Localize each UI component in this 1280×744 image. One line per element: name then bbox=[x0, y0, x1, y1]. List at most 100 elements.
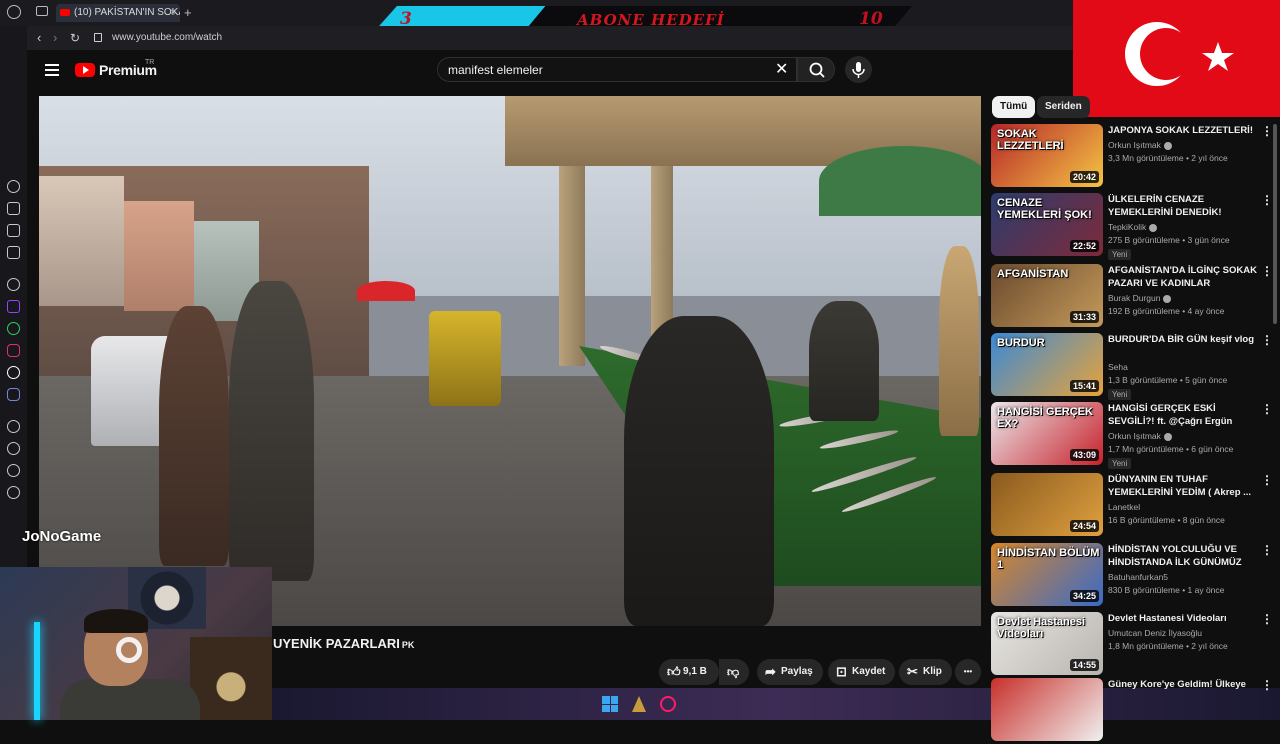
video-duration: 24:54 bbox=[1069, 520, 1099, 532]
clock-icon[interactable] bbox=[7, 442, 20, 455]
windows-start-icon[interactable] bbox=[602, 696, 618, 712]
channel-name[interactable]: Batuhanfurkan5 bbox=[1108, 572, 1168, 582]
channel-name[interactable]: TepkiKolik bbox=[1108, 222, 1158, 232]
more-options-icon[interactable]: ⋮ bbox=[1261, 402, 1273, 416]
channel-name[interactable]: Seha bbox=[1108, 362, 1128, 372]
video-title: UYENİK PAZARLARI PK bbox=[273, 636, 414, 651]
browser-logo-icon[interactable] bbox=[7, 5, 21, 19]
tab-manager-icon[interactable] bbox=[7, 202, 20, 215]
clip-button[interactable]: ✂ Klip bbox=[899, 659, 952, 685]
search-icon bbox=[809, 62, 825, 78]
recommendation-title[interactable]: DÜNYANIN EN TUHAF YEMEKLERİNİ YEDİM ( Ak… bbox=[1108, 473, 1258, 499]
recommendation-item[interactable]: CENAZE YEMEKLERİ ŞOK! 22:52 ÜLKELERİN CENA… bbox=[991, 193, 1276, 260]
tiktok-icon[interactable] bbox=[7, 366, 20, 379]
recommendation-title[interactable]: HİNDİSTAN YOLCULUĞU VE HİNDİSTANDA İLK G… bbox=[1108, 543, 1258, 569]
recommendation-title[interactable]: AFGANİSTAN'DA İLGİNÇ SOKAK PAZARI VE KAD… bbox=[1108, 264, 1258, 290]
browser-tab-active[interactable]: (10) PAKİSTAN'IN SOKAK × bbox=[56, 4, 180, 22]
video-thumbnail[interactable]: BURDUR 15:41 bbox=[991, 333, 1103, 396]
recommendation-item[interactable]: AFGANİSTAN 31:33 AFGANİSTAN'DA İLGİNÇ SOKA… bbox=[991, 264, 1276, 330]
recommendation-title[interactable]: BURDUR'DA BİR GÜN keşif vlog bbox=[1108, 333, 1258, 346]
share-button[interactable]: ➦ Paylaş bbox=[757, 659, 823, 685]
chip-from-series[interactable]: Seriden bbox=[1037, 96, 1090, 118]
more-actions-button[interactable]: ••• bbox=[955, 659, 981, 685]
video-thumbnail[interactable] bbox=[991, 678, 1103, 741]
channel-name[interactable]: Lanetkel bbox=[1108, 502, 1140, 512]
recommendation-item[interactable]: HANGİSİ GERÇEK EX? 43:09 HANGİSİ GERÇEK ES… bbox=[991, 402, 1276, 469]
menu-hamburger-icon[interactable] bbox=[45, 64, 59, 76]
mail-icon[interactable] bbox=[7, 246, 20, 259]
openai-icon[interactable] bbox=[7, 278, 20, 291]
search-box[interactable] bbox=[437, 57, 797, 82]
channel-name-text: Burak Durgun bbox=[1108, 293, 1161, 303]
video-person-on-motorbike bbox=[624, 316, 774, 626]
reload-icon[interactable]: ↻ bbox=[70, 30, 80, 46]
recommendation-title[interactable]: Devlet Hastanesi Videoları bbox=[1108, 612, 1258, 625]
extensions-icon[interactable] bbox=[7, 464, 20, 477]
youtube-logo-icon[interactable] bbox=[75, 63, 95, 77]
recommendation-item[interactable]: Güney Kore'ye Geldim! Ülkeye ⋮ bbox=[991, 678, 1276, 744]
workspaces-icon[interactable] bbox=[36, 6, 48, 16]
channel-name[interactable]: Orkun Işıtmak bbox=[1108, 140, 1172, 150]
recommendation-item[interactable]: SOKAK LEZZETLERİ 20:42 JAPONYA SOKAK LEZZE… bbox=[991, 124, 1276, 190]
forward-icon[interactable]: › bbox=[53, 30, 57, 46]
more-options-icon[interactable]: ⋮ bbox=[1261, 473, 1273, 487]
clear-search-icon[interactable]: ✕ bbox=[775, 59, 788, 79]
video-thumbnail[interactable]: CENAZE YEMEKLERİ ŞOK! 22:52 bbox=[991, 193, 1103, 256]
video-player[interactable] bbox=[39, 96, 981, 626]
video-thumbnail[interactable]: HANGİSİ GERÇEK EX? 43:09 bbox=[991, 402, 1103, 465]
more-options-icon[interactable]: ⋮ bbox=[1261, 264, 1273, 278]
webcam-wall-tapestry bbox=[190, 637, 272, 720]
voice-search-button[interactable] bbox=[845, 56, 872, 83]
discord-icon[interactable] bbox=[7, 388, 20, 401]
dislike-button[interactable]: 👎︎ bbox=[719, 659, 749, 685]
more-options-icon[interactable]: ⋮ bbox=[1261, 193, 1273, 207]
recommendations-panel: Tümü Seriden SOKAK LEZZETLERİ 20:42 JAPONY… bbox=[981, 96, 1280, 741]
url-field[interactable]: www.youtube.com/watch bbox=[112, 32, 222, 43]
more-options-icon[interactable]: ⋮ bbox=[1261, 612, 1273, 626]
save-button[interactable]: ⊡ Kaydet bbox=[828, 659, 896, 685]
history-icon[interactable] bbox=[7, 180, 20, 193]
recommendation-item[interactable]: BURDUR 15:41 BURDUR'DA BİR GÜN keşif vlog S… bbox=[991, 333, 1276, 400]
video-thumbnail[interactable]: Devlet Hastanesi Videoları 14:55 bbox=[991, 612, 1103, 675]
recommendation-item[interactable]: 24:54 DÜNYANIN EN TUHAF YEMEKLERİNİ YEDİM… bbox=[991, 473, 1276, 539]
channel-name[interactable]: Burak Durgun bbox=[1108, 293, 1172, 303]
recommendation-item[interactable]: HİNDİSTAN BÖLÜM 1 34:25 HİNDİSTAN YOLCULUĞ… bbox=[991, 543, 1276, 609]
whatsapp-icon[interactable] bbox=[7, 322, 20, 335]
notes-icon[interactable] bbox=[7, 224, 20, 237]
settings-gear-icon[interactable] bbox=[7, 486, 20, 499]
like-button[interactable]: 👍︎ 9,1 B bbox=[659, 659, 719, 685]
recommendation-item[interactable]: Devlet Hastanesi Videoları 14:55 Devlet Ha… bbox=[991, 612, 1276, 678]
more-options-icon[interactable]: ⋮ bbox=[1261, 333, 1273, 347]
video-thumbnail[interactable]: SOKAK LEZZETLERİ 20:42 bbox=[991, 124, 1103, 187]
video-thumbnail[interactable]: HİNDİSTAN BÖLÜM 1 34:25 bbox=[991, 543, 1103, 606]
opera-gx-icon[interactable] bbox=[660, 696, 676, 712]
view-meta: 16 B görüntüleme • 8 gün önce bbox=[1108, 515, 1225, 525]
more-options-icon[interactable]: ⋮ bbox=[1261, 124, 1273, 138]
recommendation-title[interactable]: HANGİSİ GERÇEK ESKİ SEVGİLİ?! ft. @Çağrı… bbox=[1108, 402, 1258, 428]
more-options-icon[interactable]: ⋮ bbox=[1261, 678, 1273, 692]
tab-close-icon[interactable]: × bbox=[170, 4, 176, 22]
twitch-icon[interactable] bbox=[7, 300, 20, 313]
new-tab-button[interactable]: + bbox=[184, 4, 192, 22]
more-options-icon[interactable]: ⋮ bbox=[1261, 543, 1273, 557]
channel-name[interactable]: Orkun Işıtmak bbox=[1108, 431, 1172, 441]
video-thumbnail[interactable]: AFGANİSTAN 31:33 bbox=[991, 264, 1103, 327]
microphone-icon bbox=[852, 62, 865, 78]
verified-check-icon bbox=[1163, 141, 1172, 150]
video-tarp bbox=[39, 176, 124, 306]
instagram-icon[interactable] bbox=[7, 344, 20, 357]
search-button[interactable] bbox=[797, 57, 835, 82]
recommendation-title[interactable]: ÜLKELERİN CENAZE YEMEKLERİNİ DENEDİK! bbox=[1108, 193, 1258, 219]
video-red-umbrella bbox=[357, 281, 415, 301]
recommendation-title[interactable]: Güney Kore'ye Geldim! Ülkeye bbox=[1108, 678, 1258, 691]
recommendation-title[interactable]: JAPONYA SOKAK LEZZETLERİ! bbox=[1108, 124, 1258, 137]
channel-name[interactable]: Umutcan Deniz İlyasoğlu bbox=[1108, 628, 1202, 638]
video-thumbnail[interactable]: 24:54 bbox=[991, 473, 1103, 536]
address-bar: ‹ › ↻ www.youtube.com/watch bbox=[27, 26, 1073, 50]
chip-all[interactable]: Tümü bbox=[992, 96, 1036, 118]
player-icon[interactable] bbox=[7, 420, 20, 433]
back-icon[interactable]: ‹ bbox=[37, 30, 41, 46]
video-green-umbrella bbox=[819, 146, 981, 216]
search-input[interactable] bbox=[448, 63, 768, 77]
league-launcher-icon[interactable] bbox=[632, 696, 646, 712]
